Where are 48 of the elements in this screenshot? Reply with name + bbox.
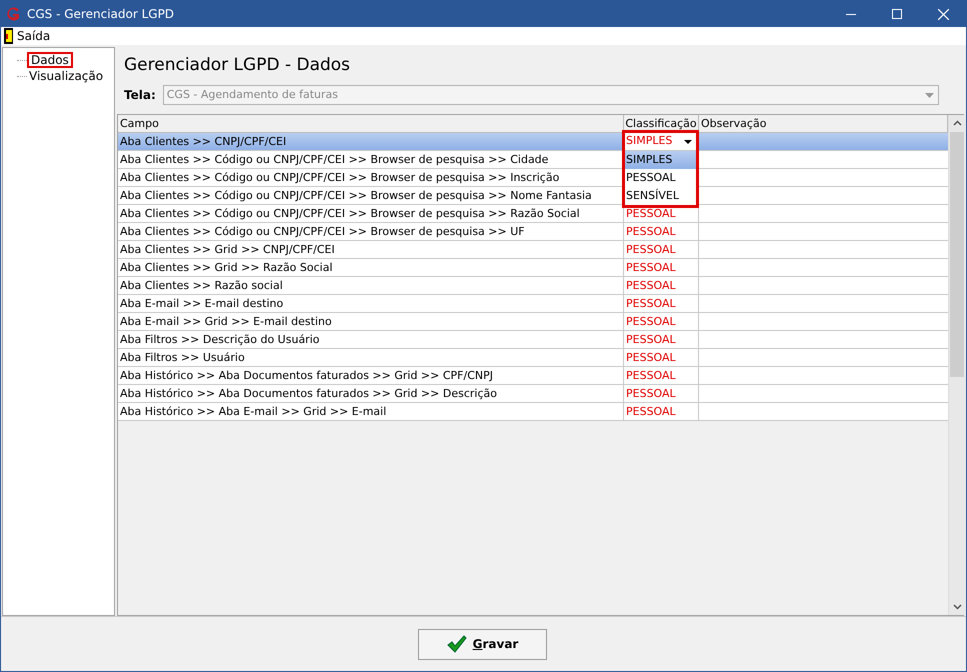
table-cell: Aba Clientes >> Código ou CNPJ/CPF/CEI >> Browser de pesquisa >> Nome Fantasia	[118, 187, 624, 204]
table-cell: Aba Filtros >> Descrição do Usuário	[118, 331, 624, 348]
dropdown-option[interactable]: SENSÍVEL	[625, 187, 696, 205]
table-cell-text: PESSOAL	[625, 404, 677, 420]
table-cell: Aba Clientes >> Grid >> Razão Social	[118, 259, 624, 276]
save-button[interactable]: Gravar	[418, 628, 547, 660]
table-cell: Aba E-mail >> Grid >> E-mail destino	[118, 313, 624, 330]
table-cell-text: PESSOAL	[625, 332, 677, 348]
table-cell-text: PESSOAL	[625, 260, 677, 276]
app-logo-icon	[5, 6, 21, 22]
table-cell: Aba Clientes >> CNPJ/CPF/CEI	[118, 133, 624, 150]
tela-label: Tela:	[124, 87, 156, 104]
window-title: CGS - Gerenciador LGPD	[27, 6, 174, 23]
table-cell-text: PESSOAL	[625, 386, 677, 402]
table-cell-text: PESSOAL	[625, 368, 677, 384]
table-cell: Aba E-mail >> E-mail destino	[118, 295, 624, 312]
table-cell-text: PESSOAL	[625, 224, 677, 240]
scrollbar[interactable]	[948, 115, 965, 615]
table-cell-text: PESSOAL	[625, 278, 677, 294]
table-cell: Aba Clientes >> Código ou CNPJ/CPF/CEI >> Browser de pesquisa >> UF	[118, 223, 624, 240]
table-cell: Aba Clientes >> Código ou CNPJ/CPF/CEI >> Browser de pesquisa >> Inscrição	[118, 169, 624, 186]
table-cell: Aba Clientes >> Razão social	[118, 277, 624, 294]
scroll-thumb[interactable]	[950, 132, 964, 377]
exit-door-icon	[4, 28, 13, 44]
table-cell: Aba Clientes >> Código ou CNPJ/CPF/CEI >> Browser de pesquisa >> Cidade	[118, 151, 624, 168]
column-header[interactable]: Campo	[118, 115, 624, 132]
table-cell: Aba Filtros >> Usuário	[118, 349, 624, 366]
table-cell: Aba Clientes >> Código ou CNPJ/CPF/CEI >> Browser de pesquisa >> Razão Social	[118, 205, 624, 222]
close-icon	[938, 8, 948, 20]
tree-item[interactable]: Visualização	[27, 67, 106, 85]
checkmark-icon	[446, 635, 467, 653]
table-cell-text: PESSOAL	[625, 296, 677, 312]
tree-item[interactable]: Dados	[27, 52, 73, 68]
table-cell: Aba Histórico >> Aba Documentos faturados >> Grid >> CPF/CNPJ	[118, 367, 624, 384]
table-cell-text: PESSOAL	[625, 350, 677, 366]
column-header[interactable]: Classificação	[624, 115, 699, 132]
classification-select[interactable]: SIMPLES	[624, 133, 698, 150]
table-cell-text: PESSOAL	[625, 314, 677, 330]
page-heading: Gerenciador LGPD - Dados	[124, 54, 352, 77]
caret-icon	[924, 92, 934, 98]
table-cell-text: PESSOAL	[625, 242, 677, 258]
table-cell: Aba Clientes >> Grid >> CNPJ/CPF/CEI	[118, 241, 624, 258]
dropdown-option[interactable]: SIMPLES	[625, 151, 696, 169]
table-cell: Aba Histórico >> Aba E-mail >> Grid >> E-mail	[118, 403, 624, 420]
caret-icon	[684, 140, 692, 144]
table-cell-text: PESSOAL	[625, 206, 677, 222]
table-cell: Aba Histórico >> Aba Documentos faturados >> Grid >> Descrição	[118, 385, 624, 402]
menu-item[interactable]: Saída	[1, 27, 54, 45]
